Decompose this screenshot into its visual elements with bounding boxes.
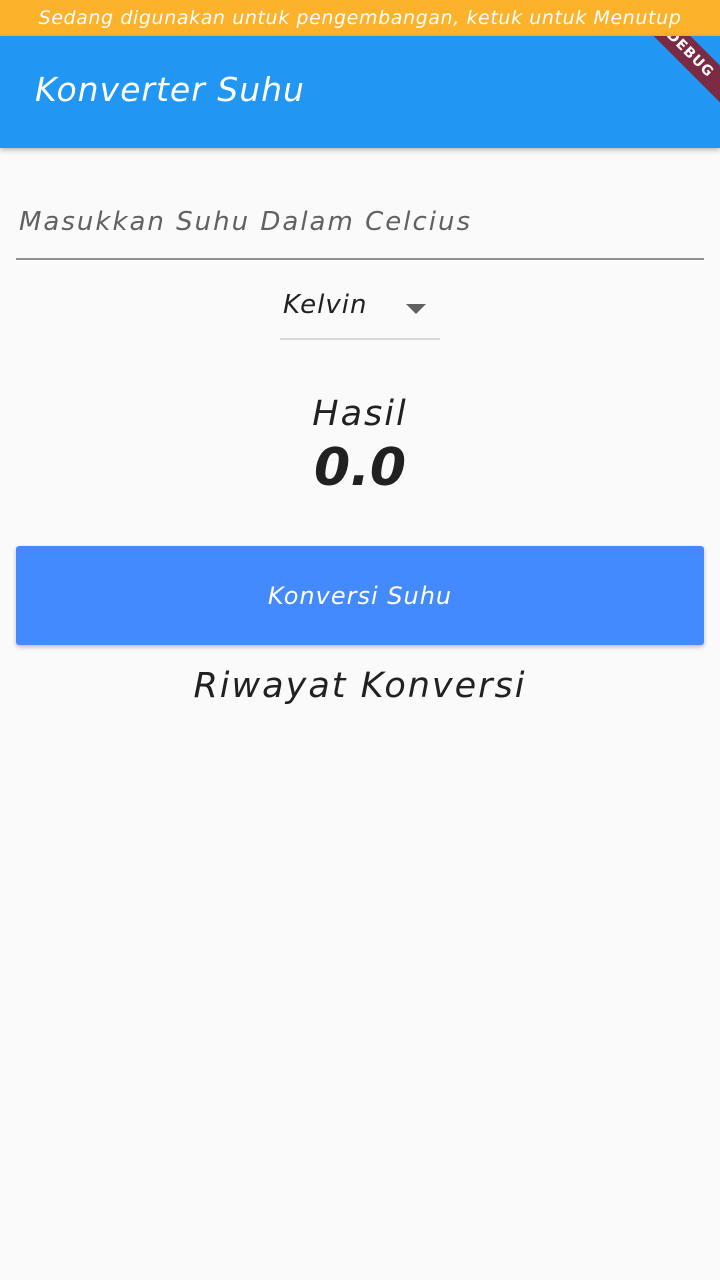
arrow-drop-down-icon <box>406 304 426 314</box>
celsius-input[interactable] <box>16 185 704 260</box>
debug-ribbon: DEBUG <box>638 36 720 106</box>
result-value: 0.0 <box>313 438 407 498</box>
convert-button[interactable]: Konversi Suhu <box>16 546 704 645</box>
unit-dropdown[interactable]: Kelvin <box>280 283 440 340</box>
unit-dropdown-selected: Kelvin <box>283 290 368 320</box>
result-label: Hasil <box>312 394 408 434</box>
dev-mode-banner-text: Sedang digunakan untuk pengembangan, ket… <box>38 7 682 29</box>
app-title: Konverter Suhu <box>35 70 305 109</box>
dev-mode-banner[interactable]: Sedang digunakan untuk pengembangan, ket… <box>0 0 720 36</box>
app-bar: Konverter Suhu DEBUG <box>0 36 720 148</box>
history-title: Riwayat Konversi <box>193 666 527 706</box>
